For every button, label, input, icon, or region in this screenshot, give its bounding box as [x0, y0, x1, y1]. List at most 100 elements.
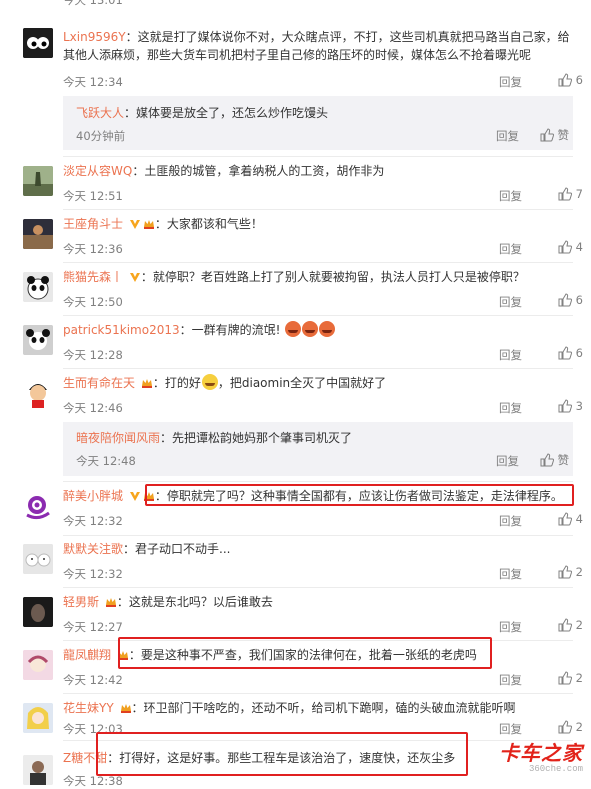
thumbs-up-icon — [558, 293, 572, 307]
thumbs-up-icon — [540, 453, 554, 467]
like-button[interactable]: 2 — [558, 565, 583, 579]
username-link[interactable]: 王座角斗士 — [63, 217, 123, 231]
username-link[interactable]: 默默关注歌 — [63, 542, 123, 556]
avatar[interactable] — [23, 650, 53, 680]
username-link[interactable]: 淡定从容WQ — [63, 164, 132, 178]
thumbs-up-icon — [558, 720, 572, 734]
like-label: 赞 — [557, 128, 570, 142]
comment-partial-top: 今天 13:01 — [0, 0, 591, 10]
divider — [63, 156, 573, 157]
reply-button[interactable]: 回复 — [499, 619, 522, 635]
avatar[interactable] — [23, 491, 53, 521]
comment-time: 今天 12:46 — [63, 401, 123, 415]
reply-button[interactable]: 回复 — [499, 721, 522, 737]
like-count: 2 — [575, 720, 583, 734]
reply-button[interactable]: 回复 — [499, 241, 522, 257]
reply-button[interactable]: 回复 — [499, 513, 522, 529]
reply-button[interactable]: 回复 — [499, 294, 522, 310]
comment-item: 轻男斯 ：这就是东北吗？以后谁敢去 今天 12:27 回复 2 — [0, 593, 591, 641]
comment-text-line: 默默关注歌：君子动口不动手... — [63, 542, 231, 556]
like-button[interactable]: 7 — [558, 187, 583, 201]
reply-box: 暗夜陪你闻风雨：先把谭松韵她妈那个肇事司机灭了 今天 12:48 回复 赞 — [63, 422, 573, 476]
avatar[interactable] — [23, 272, 53, 302]
username-link[interactable]: Lxin9596Y — [63, 30, 126, 44]
watermark-logo: 卡车之家 360che.com — [499, 737, 583, 774]
thumbs-up-icon — [558, 73, 572, 87]
avatar[interactable] — [23, 219, 53, 249]
comment-text-line: 王座角斗士 ：大家都该和气些！ — [63, 217, 263, 231]
comment-text-line: 轻男斯 ：这就是东北吗？以后谁敢去 — [63, 595, 273, 609]
like-button[interactable]: 3 — [558, 399, 583, 413]
reply-button[interactable]: 回复 — [499, 566, 522, 582]
like-button[interactable]: 2 — [558, 720, 583, 734]
comment-time: 今天 12:28 — [63, 348, 123, 362]
divider — [63, 209, 573, 210]
verified-v-icon — [129, 220, 140, 229]
username-link[interactable]: 龍凤麒翔 — [63, 648, 111, 662]
username-link[interactable]: patrick51kimo2013 — [63, 323, 180, 337]
username-link[interactable]: 轻男斯 — [63, 595, 99, 609]
comment-content: 一群有牌的流氓! — [191, 323, 281, 337]
avatar[interactable] — [23, 28, 53, 58]
like-button[interactable]: 6 — [558, 293, 583, 307]
username-link[interactable]: 花生妹YY — [63, 701, 114, 715]
angry-emoji-icon — [285, 321, 302, 337]
reply-button[interactable]: 回复 — [499, 188, 522, 204]
angry-emoji-icon — [302, 321, 319, 337]
like-button[interactable]: 赞 — [540, 127, 570, 143]
avatar[interactable] — [23, 755, 53, 785]
comment-content: 土匪般的城管，拿着纳税人的工资，胡作非为 — [144, 164, 385, 178]
watermark-text: 卡车之家 — [499, 741, 583, 765]
comment-content-tail: ，把diaomin全灭了中国就好了 — [217, 376, 387, 390]
reply-text-line: 飞跃大人：媒体要是放全了，还怎么炒作吃馒头 — [76, 106, 329, 120]
like-button[interactable]: 2 — [558, 618, 583, 632]
thumbs-up-icon — [558, 399, 572, 413]
like-button[interactable]: 4 — [558, 240, 583, 254]
reply-username-link[interactable]: 暗夜陪你闻风雨 — [76, 431, 160, 445]
reply-text-line: 暗夜陪你闻风雨：先把谭松韵她妈那个肇事司机灭了 — [76, 431, 353, 445]
comment-text-line: 花生妹YY ：环卫部门干啥吃的，还动不听，给司机下跪啊，磕的头破血流就能听啊 — [63, 701, 516, 715]
avatar[interactable] — [23, 597, 53, 627]
thumbs-up-icon — [558, 565, 572, 579]
username-link[interactable]: 熊猫先森丨 — [63, 270, 123, 284]
comment-text-line: 淡定从容WQ：土匪般的城管，拿着纳税人的工资，胡作非为 — [63, 164, 385, 178]
reply-button[interactable]: 回复 — [499, 347, 522, 363]
comment-item: 王座角斗士 ：大家都该和气些！ 今天 12:36 回复 4 — [0, 215, 591, 263]
reply-button[interactable]: 回复 — [496, 128, 519, 144]
divider — [63, 262, 573, 263]
username-link[interactable]: 醉美小胖城 — [63, 489, 123, 503]
thumbs-up-icon — [558, 671, 572, 685]
thumbs-up-icon — [558, 187, 572, 201]
comment-time: 今天 12:50 — [63, 295, 123, 309]
thumbs-up-icon — [540, 128, 554, 142]
reply-box: 飞跃大人：媒体要是放全了，还怎么炒作吃馒头 40分钟前 回复 赞 — [63, 96, 573, 150]
comment-content: 这就是东北吗？以后谁敢去 — [128, 595, 273, 609]
comment-item: Lxin9596Y：这就是打了媒体说你不对，大众瞎点评，不打，这些司机真就把马路… — [0, 22, 591, 90]
reply-button[interactable]: 回复 — [496, 453, 519, 469]
reply-button[interactable]: 回复 — [499, 672, 522, 688]
reply-button[interactable]: 回复 — [499, 74, 522, 90]
comment-time: 今天 12:36 — [63, 242, 123, 256]
avatar[interactable] — [23, 325, 53, 355]
reply-time: 今天 12:48 — [76, 454, 136, 468]
like-button[interactable]: 6 — [558, 73, 583, 87]
like-button[interactable]: 赞 — [540, 452, 569, 468]
avatar[interactable] — [23, 166, 53, 196]
comment-item: 默默关注歌：君子动口不动手... 今天 12:32 回复 2 — [0, 540, 591, 588]
reply-content: 先把谭松韵她妈那个肇事司机灭了 — [172, 431, 353, 445]
username-link[interactable]: 生而有命在天 — [63, 376, 135, 390]
avatar[interactable] — [23, 378, 53, 408]
thumbs-up-icon — [558, 512, 572, 526]
avatar[interactable] — [23, 703, 53, 733]
like-count: 6 — [575, 293, 583, 307]
highlight-box — [96, 732, 468, 776]
reply-username-link[interactable]: 飞跃大人 — [76, 106, 124, 120]
like-button[interactable]: 4 — [558, 512, 583, 526]
divider — [63, 481, 573, 482]
comment-time: 今天 12:32 — [63, 567, 123, 581]
avatar[interactable] — [23, 544, 53, 574]
like-button[interactable]: 6 — [558, 346, 583, 360]
reply-button[interactable]: 回复 — [499, 400, 522, 416]
comment-time: 今天 13:01 — [63, 0, 123, 7]
like-button[interactable]: 2 — [558, 671, 583, 685]
